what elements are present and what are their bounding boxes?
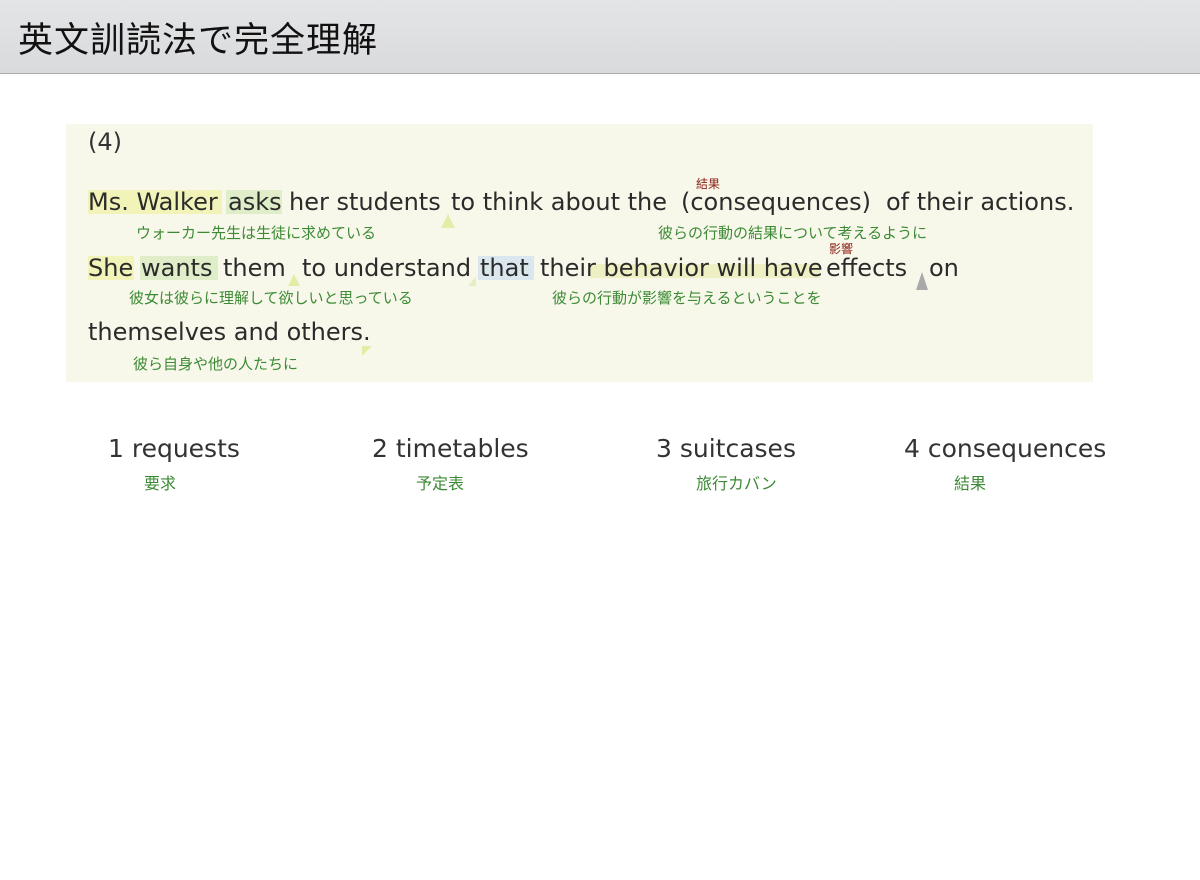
word-asks: asks [228,188,282,216]
choice-2-gloss: 予定表 [416,474,465,493]
gloss-line2-right: 彼らの行動が影響を与えるということを [552,289,822,307]
word-wants: wants [141,254,213,282]
word-themselves-and-others: themselves and others. [88,318,371,346]
choice-4-gloss: 結果 [954,474,987,493]
word-them: them [223,254,286,282]
page-title: 英文訓読法で完全理解 [18,21,379,61]
word-of-their-actions: of their actions. [886,188,1075,216]
choice-1[interactable]: 1 requests [108,434,240,463]
word-ms-walker: Ms. Walker [88,188,218,216]
choice-2[interactable]: 2 timetables [372,434,529,463]
marker-triangle [441,214,455,228]
marker-triangle [916,272,928,290]
choice-3[interactable]: 3 suitcases [656,434,796,463]
header-bar: 英文訓読法で完全理解 [0,0,1200,74]
word-their-behavior: their behavior will have [540,254,823,282]
gloss-line3: 彼ら自身や他の人たちに [133,355,299,373]
gloss-line1-right: 彼らの行動の結果について考えるように [658,224,928,242]
gloss-line2-left: 彼女は彼らに理解して欲しいと思っている [129,289,413,307]
word-she: She [88,254,134,282]
choice-4[interactable]: 4 consequences [904,434,1106,463]
gloss-line1-left: ウォーカー先生は生徒に求めている [136,224,377,242]
word-effects: effects [826,254,908,282]
word-to-think-about-the: to think about the [451,188,668,216]
choice-1-gloss: 要求 [144,474,177,493]
word-that: that [480,254,529,282]
choice-3-gloss: 旅行カバン [696,474,777,493]
word-her-students: her students [289,188,441,216]
question-number: (4) [88,128,122,156]
word-on: on [929,254,959,282]
marker-triangle [362,346,372,356]
word-to-understand: to understand [302,254,472,282]
word-consequences: (consequences) [681,188,871,216]
marker-triangle [288,274,300,286]
